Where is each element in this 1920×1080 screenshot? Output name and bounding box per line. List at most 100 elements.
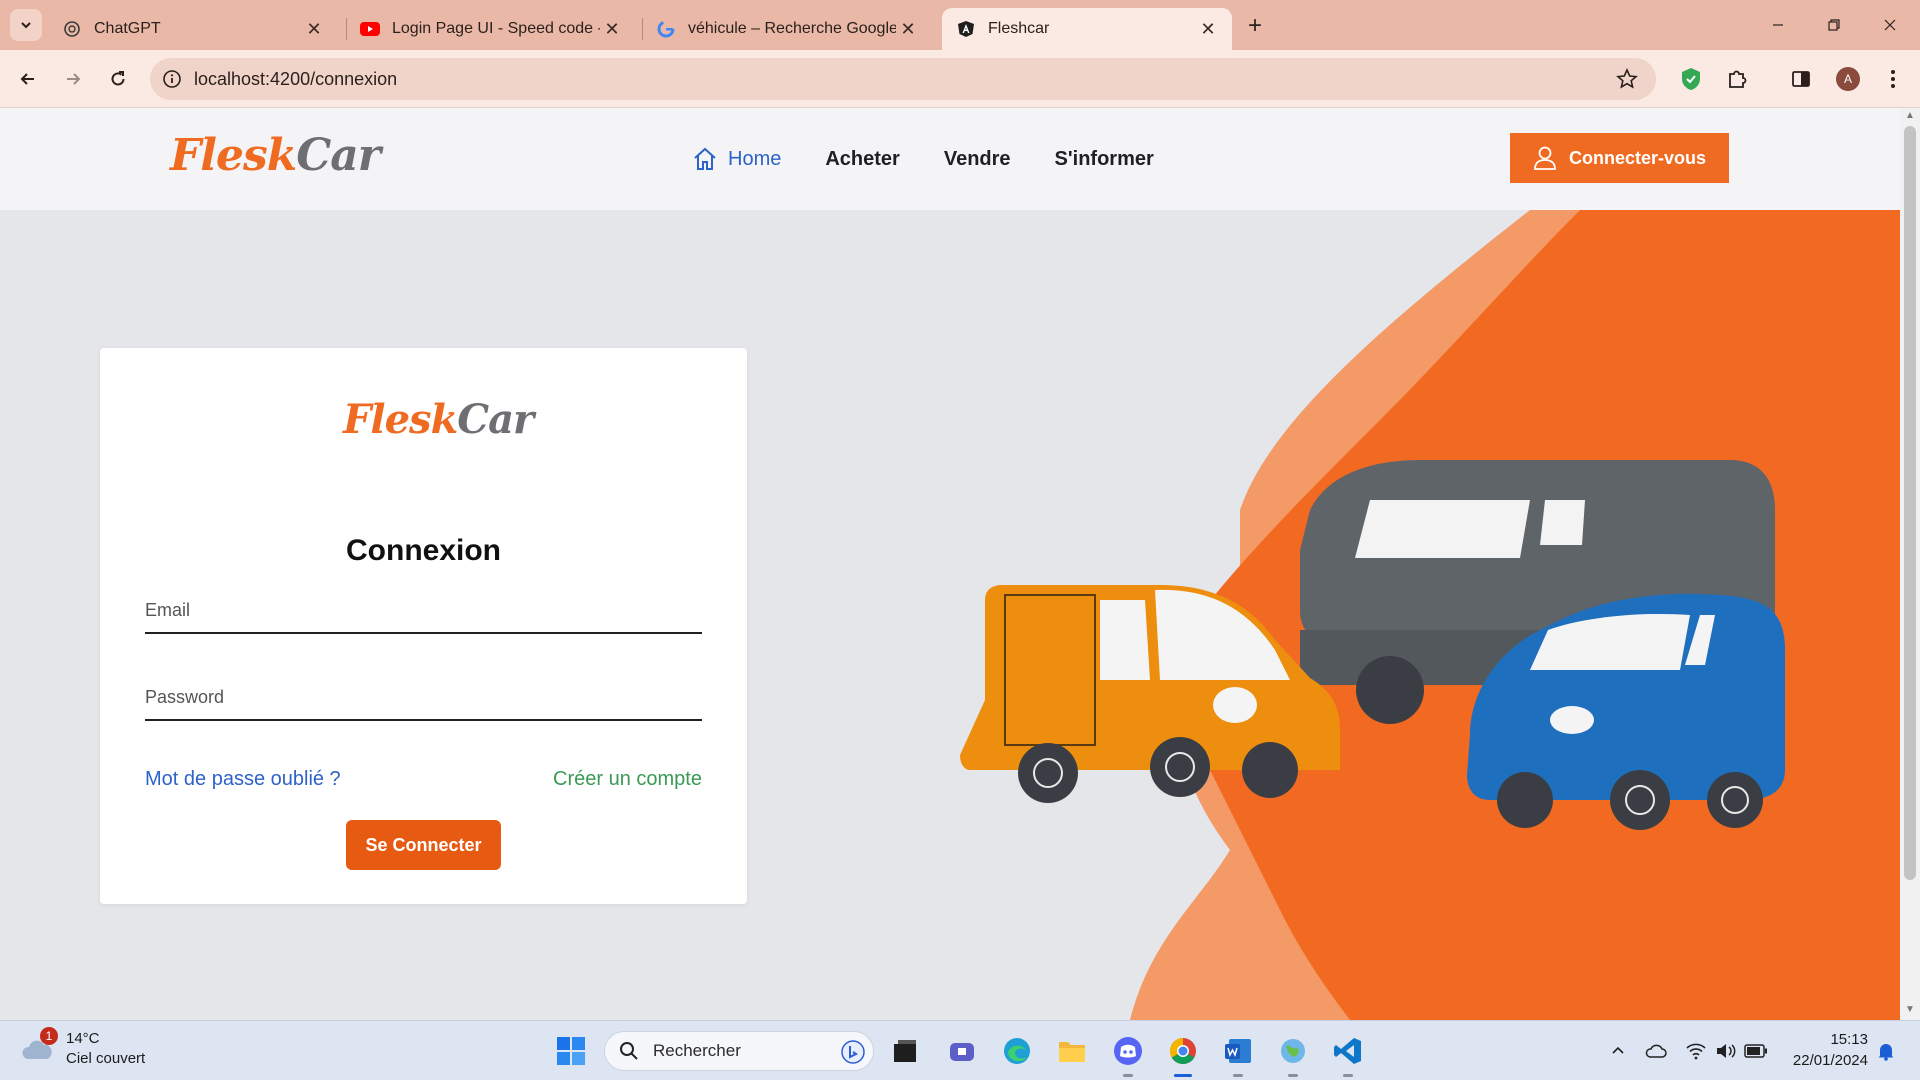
- tab-title: ChatGPT: [94, 20, 161, 37]
- taskbar-search[interactable]: Rechercher: [604, 1031, 874, 1071]
- word-app[interactable]: [1220, 1033, 1256, 1077]
- nav-label: Vendre: [943, 147, 1011, 170]
- wifi-icon[interactable]: [1684, 1039, 1708, 1063]
- nav-item-sinformer[interactable]: S'informer: [1055, 148, 1154, 171]
- scroll-down-arrow-icon[interactable]: ▼: [1905, 1004, 1915, 1015]
- weather-widget[interactable]: 1 14°C Ciel couvert: [20, 1027, 146, 1069]
- close-icon[interactable]: ✕: [896, 17, 920, 41]
- file-explorer-app[interactable]: [1054, 1033, 1090, 1069]
- globe-app-icon: [1281, 1039, 1305, 1063]
- vscode-icon: [1334, 1038, 1361, 1064]
- tab-google[interactable]: véhicule – Recherche Google ✕: [642, 8, 932, 50]
- discord-icon: [1114, 1037, 1142, 1065]
- nav-item-home[interactable]: Home: [692, 146, 781, 172]
- search-placeholder: Rechercher: [653, 1041, 741, 1060]
- email-field[interactable]: [145, 588, 702, 632]
- minimize-icon: [1773, 24, 1783, 26]
- bing-icon[interactable]: [841, 1040, 865, 1069]
- scroll-up-arrow-icon[interactable]: ▲: [1905, 110, 1915, 121]
- weather-description: Ciel couvert: [66, 1050, 146, 1067]
- shield-extension-icon[interactable]: [1676, 64, 1706, 94]
- vscode-app[interactable]: [1330, 1033, 1366, 1077]
- notification-bell-icon[interactable]: [1874, 1039, 1898, 1063]
- volume-icon[interactable]: [1714, 1039, 1738, 1063]
- close-icon[interactable]: ✕: [302, 17, 326, 41]
- arrow-right-icon: [67, 73, 81, 85]
- profile-avatar[interactable]: A: [1836, 67, 1860, 91]
- close-icon[interactable]: ✕: [1196, 17, 1220, 41]
- close-icon: [1884, 19, 1896, 31]
- address-bar[interactable]: localhost:4200/connexion: [150, 58, 1656, 100]
- start-button[interactable]: [553, 1033, 589, 1069]
- tab-title: Login Page UI - Speed code - re: [392, 20, 600, 37]
- nav-item-acheter[interactable]: Acheter: [825, 148, 899, 171]
- tab-title: véhicule – Recherche Google: [688, 20, 896, 37]
- word-icon: [1225, 1039, 1251, 1063]
- user-icon: [1534, 146, 1556, 170]
- browser-toolbar: localhost:4200/connexion A: [0, 50, 1920, 108]
- windows-taskbar: 1 14°C Ciel couvert Rechercher 15:13 22/…: [0, 1020, 1920, 1080]
- tab-title: Fleshcar: [988, 20, 1050, 37]
- page-viewport: FleskCar Home Acheter Vendre S'informer …: [0, 108, 1900, 1020]
- weather-temperature: 14°C: [66, 1030, 100, 1047]
- login-card: FleskCar Connexion Mot de passe oublié ?…: [100, 348, 747, 904]
- teams-app[interactable]: [944, 1033, 980, 1069]
- tab-chatgpt[interactable]: ChatGPT ✕: [48, 8, 338, 50]
- menu-kebab-icon[interactable]: [1878, 64, 1908, 94]
- discord-app[interactable]: [1110, 1033, 1146, 1077]
- nav-item-vendre[interactable]: Vendre: [944, 148, 1011, 171]
- login-submit-button[interactable]: Se Connecter: [346, 820, 501, 870]
- youtube-icon: [360, 19, 380, 39]
- clock-date: 22/01/2024: [1792, 1052, 1868, 1069]
- site-info-icon[interactable]: [150, 58, 194, 100]
- page-scrollbar[interactable]: ▲ ▼: [1900, 108, 1920, 1020]
- restore-button[interactable]: [1806, 0, 1862, 50]
- running-indicator: [1233, 1074, 1243, 1077]
- running-indicator: [1123, 1074, 1133, 1077]
- battery-icon[interactable]: [1744, 1039, 1768, 1063]
- site-header: FleskCar Home Acheter Vendre S'informer …: [0, 108, 1900, 210]
- tab-search-button[interactable]: [10, 9, 42, 41]
- scrollbar-thumb[interactable]: [1904, 126, 1916, 880]
- edge-icon: [1004, 1038, 1030, 1064]
- app-pinned[interactable]: [1275, 1033, 1311, 1077]
- side-panel-icon[interactable]: [1786, 64, 1816, 94]
- create-account-link[interactable]: Créer un compte: [553, 768, 702, 791]
- running-indicator: [1343, 1074, 1353, 1077]
- task-view-app[interactable]: [887, 1033, 923, 1069]
- back-button[interactable]: [13, 64, 43, 94]
- card-logo: FleskCar: [343, 396, 534, 443]
- chrome-app[interactable]: [1165, 1033, 1201, 1077]
- main-nav: Home Acheter Vendre S'informer: [692, 146, 1198, 172]
- edge-app[interactable]: [999, 1033, 1035, 1069]
- close-icon[interactable]: ✕: [600, 17, 624, 41]
- chrome-icon: [1169, 1037, 1196, 1065]
- site-logo[interactable]: FleskCar: [170, 130, 381, 181]
- nav-label: Acheter: [825, 147, 900, 170]
- browser-tab-strip: ChatGPT ✕ Login Page UI - Speed code - r…: [0, 0, 1920, 50]
- password-field[interactable]: [145, 675, 702, 719]
- windows-logo-icon: [557, 1037, 585, 1065]
- forward-button[interactable]: [58, 64, 88, 94]
- new-tab-button[interactable]: +: [1240, 11, 1270, 41]
- active-indicator: [1174, 1074, 1192, 1077]
- bookmark-star-icon[interactable]: [1616, 68, 1638, 95]
- angular-icon: [956, 19, 976, 39]
- password-field-wrapper: [145, 675, 702, 721]
- running-indicator: [1288, 1074, 1298, 1077]
- reload-button[interactable]: [103, 64, 133, 94]
- search-icon: [620, 1042, 638, 1060]
- minimize-button[interactable]: [1750, 0, 1806, 50]
- tab-youtube[interactable]: Login Page UI - Speed code - re ✕: [346, 8, 636, 50]
- close-window-button[interactable]: [1862, 0, 1918, 50]
- show-hidden-icons-chevron-up-icon[interactable]: [1606, 1039, 1630, 1063]
- system-clock[interactable]: 15:13 22/01/2024: [1784, 1029, 1868, 1071]
- extensions-puzzle-icon[interactable]: [1722, 64, 1752, 94]
- nav-label: S'informer: [1054, 147, 1154, 170]
- clock-time: 15:13: [1830, 1031, 1868, 1048]
- email-field-wrapper: [145, 588, 702, 634]
- onedrive-cloud-icon[interactable]: [1644, 1039, 1668, 1063]
- connect-button[interactable]: Connecter-vous: [1510, 133, 1729, 183]
- forgot-password-link[interactable]: Mot de passe oublié ?: [145, 768, 341, 791]
- tab-fleshcar[interactable]: Fleshcar ✕: [942, 8, 1232, 50]
